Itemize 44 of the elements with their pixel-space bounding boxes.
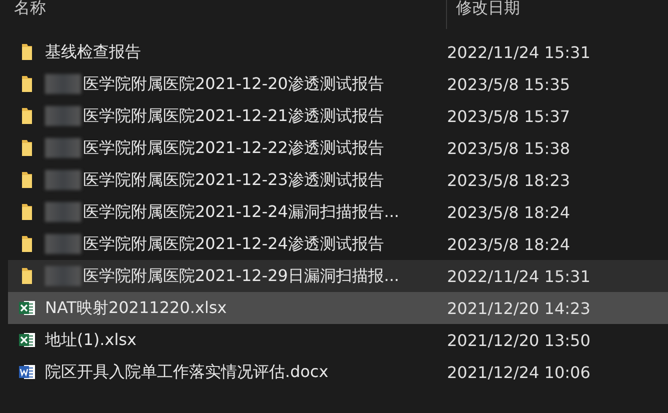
- modified-date: 2021/12/20 14:23: [447, 298, 590, 318]
- modified-date: 2021/12/24 10:06: [447, 362, 590, 382]
- modified-date: 2023/5/8 18:24: [447, 202, 570, 222]
- file-row[interactable]: 医学院附属医院2021-12-29日漏洞扫描报... 2022/11/24 15:31: [8, 260, 668, 292]
- file-row[interactable]: 医学院附属医院2021-12-24漏洞扫描报告... 2023/5/8 18:24: [8, 196, 668, 228]
- file-name: 医学院附属医院2021-12-23渗透测试报告: [83, 170, 384, 190]
- file-row[interactable]: 基线检查报告 2022/11/24 15:31: [8, 36, 668, 68]
- file-row[interactable]: 医学院附属医院2021-12-21渗透测试报告 2023/5/8 15:37: [8, 100, 668, 132]
- spreadsheet-icon: [18, 331, 36, 349]
- file-name: 医学院附属医院2021-12-21渗透测试报告: [83, 106, 384, 126]
- file-row[interactable]: 医学院附属医院2021-12-20渗透测试报告 2023/5/8 15:35: [8, 68, 668, 100]
- file-row[interactable]: 医学院附属医院2021-12-23渗透测试报告 2023/5/8 18:23: [8, 164, 668, 196]
- file-row[interactable]: 医学院附属医院2021-12-24渗透测试报告 2023/5/8 18:24: [8, 228, 668, 260]
- file-row[interactable]: 地址(1).xlsx 2021/12/20 13:50: [8, 324, 668, 356]
- folder-icon: [21, 171, 33, 189]
- file-name: NAT映射20211220.xlsx: [45, 298, 227, 318]
- file-row[interactable]: 医学院附属医院2021-12-22渗透测试报告 2023/5/8 15:38: [8, 132, 668, 164]
- folder-icon: [21, 203, 33, 221]
- modified-date: 2023/5/8 15:38: [447, 138, 570, 158]
- file-name: 地址(1).xlsx: [45, 330, 136, 350]
- modified-date: 2021/12/20 13:50: [447, 330, 590, 350]
- file-name: 医学院附属医院2021-12-24漏洞扫描报告...: [83, 202, 400, 222]
- file-name: 基线检查报告: [45, 42, 141, 62]
- folder-icon: [21, 75, 33, 93]
- file-name: 医学院附属医院2021-12-24渗透测试报告: [83, 234, 384, 254]
- folder-icon: [21, 267, 33, 285]
- modified-date: 2023/5/8 15:37: [447, 106, 570, 126]
- folder-icon: [21, 235, 33, 253]
- document-icon: [18, 363, 36, 381]
- file-name: 医学院附属医院2021-12-29日漏洞扫描报...: [83, 266, 400, 286]
- file-row[interactable]: NAT映射20211220.xlsx 2021/12/20 14:23: [8, 292, 668, 324]
- modified-date: 2023/5/8 15:35: [447, 74, 570, 94]
- folder-icon: [21, 43, 33, 61]
- modified-date: 2023/5/8 18:24: [447, 234, 570, 254]
- file-name: 院区开具入院单工作落实情况评估.docx: [45, 362, 328, 382]
- file-name: 医学院附属医院2021-12-20渗透测试报告: [83, 74, 384, 94]
- modified-date: 2022/11/24 15:31: [447, 266, 590, 286]
- modified-date: 2023/5/8 18:23: [447, 170, 570, 190]
- modified-date: 2022/11/24 15:31: [447, 42, 590, 62]
- spreadsheet-icon: [18, 299, 36, 317]
- folder-icon: [21, 107, 33, 125]
- folder-icon: [21, 139, 33, 157]
- file-name: 医学院附属医院2021-12-22渗透测试报告: [83, 138, 384, 158]
- file-row[interactable]: 院区开具入院单工作落实情况评估.docx 2021/12/24 10:06: [8, 356, 668, 388]
